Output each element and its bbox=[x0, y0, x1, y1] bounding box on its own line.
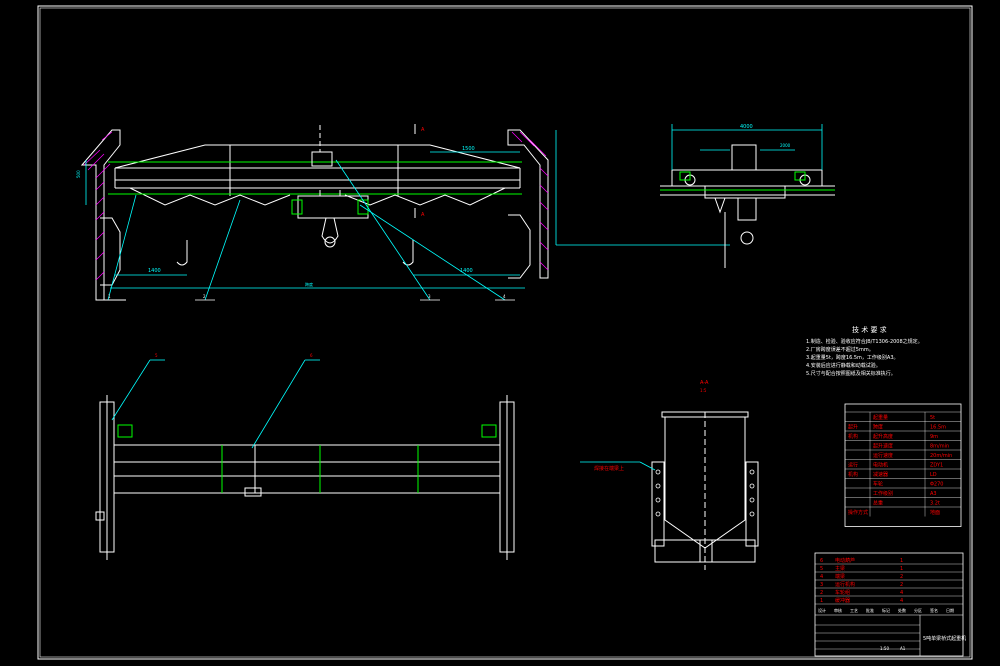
section-callout: 焊接在端梁上 bbox=[594, 465, 624, 472]
front-dimensions bbox=[85, 130, 730, 301]
front-view: 1400 1400 1500 跨度 500 A A 1 2 3 4 bbox=[76, 124, 730, 301]
param-group: 操作方式 bbox=[848, 509, 868, 516]
param-name: 减速器 bbox=[873, 471, 888, 478]
param-value: LD bbox=[930, 472, 937, 478]
param-value: 8m/min bbox=[930, 444, 949, 450]
part-number: 3 bbox=[820, 582, 823, 588]
part-name: 端梁 bbox=[835, 573, 845, 580]
side-dim-mid: 2000 bbox=[780, 143, 791, 148]
cad-drawing-canvas: 1400 1400 1500 跨度 500 A A 1 2 3 4 4000 2… bbox=[37, 5, 973, 660]
param-group: 机构 bbox=[848, 433, 858, 440]
tech-item-4: 4.安装后应进行静载和动载试验。 bbox=[806, 362, 881, 369]
param-name: 工作级别 bbox=[873, 490, 893, 497]
param-value: Φ270 bbox=[930, 482, 943, 488]
title-block-label: 工艺 bbox=[850, 608, 858, 613]
param-name: 车轮 bbox=[873, 481, 883, 488]
param-value: 16.5m bbox=[930, 425, 946, 431]
param-name: 起重量 bbox=[873, 414, 888, 421]
dim-left: 1400 bbox=[148, 268, 161, 274]
section-mark-bottom: A bbox=[421, 212, 425, 218]
param-group: 机构 bbox=[848, 471, 858, 478]
dim-left-vertical: 500 bbox=[76, 170, 81, 178]
part-qty: 2 bbox=[900, 574, 903, 580]
side-dim-top: 4000 bbox=[740, 124, 753, 130]
drawing-sheet: A1 bbox=[900, 646, 906, 651]
balloon-1: 1 bbox=[108, 294, 111, 299]
part-name: 主梁 bbox=[835, 565, 845, 572]
sheet-border-outer bbox=[37, 5, 973, 660]
electric-hoist bbox=[291, 125, 369, 248]
param-value: 9m bbox=[930, 434, 938, 440]
balloon-3: 3 bbox=[428, 294, 431, 299]
part-number: 5 bbox=[820, 566, 823, 572]
tech-item-1: 1.制造、检验、验收应符合JB/T1306-2008之规定。 bbox=[806, 338, 923, 345]
param-group: 运行 bbox=[848, 462, 858, 469]
drawing-title: 5吨单梁桥式起重机 bbox=[923, 635, 966, 642]
section-subtitle: 1:5 bbox=[700, 388, 707, 393]
part-qty: 1 bbox=[900, 558, 903, 564]
left-wall-hatch bbox=[83, 131, 113, 281]
param-name: 运行速度 bbox=[873, 452, 893, 459]
section-view: A-A 1:5 焊接在端梁上 bbox=[580, 380, 759, 570]
param-name: 起升高度 bbox=[873, 433, 893, 440]
tech-requirements: 技 术 要 求 1.制造、检验、验收应符合JB/T1306-2008之规定。 2… bbox=[806, 325, 923, 377]
centerline-hooks bbox=[176, 240, 414, 266]
tech-item-3: 3.起重量5t，跨度16.5m，工作级别A3。 bbox=[806, 354, 899, 361]
title-block-label: 审核 bbox=[834, 607, 842, 613]
param-value: 5t bbox=[930, 415, 935, 421]
sheet-border-inner bbox=[39, 7, 971, 658]
param-value: 地面 bbox=[930, 509, 940, 516]
tech-item-5: 5.尺寸与配合按照图纸及相关标准执行。 bbox=[806, 370, 896, 377]
part-name: 缓冲器 bbox=[835, 597, 850, 604]
part-name: 电动葫芦 bbox=[835, 557, 855, 564]
part-number: 4 bbox=[820, 574, 823, 580]
left-wall bbox=[80, 129, 126, 301]
part-qty: 4 bbox=[900, 590, 903, 596]
part-name: 车轮组 bbox=[835, 589, 850, 596]
part-number: 6 bbox=[820, 558, 823, 564]
span-label: 跨度 bbox=[305, 281, 313, 287]
balloon-4: 4 bbox=[503, 294, 506, 299]
girder-green-lines bbox=[108, 161, 522, 195]
drawing-scale: 1:50 bbox=[880, 646, 889, 651]
part-qty: 1 bbox=[900, 566, 903, 572]
param-name: 总重 bbox=[873, 500, 883, 507]
title-block: 6 电动葫芦 1 5 主梁 1 4 端梁 2 3 运行机构 2 2 车轮组 4 1 缓冲器 4 设计 审核 工艺 批准 标记… bbox=[814, 552, 966, 657]
param-value: 20m/min bbox=[930, 453, 952, 459]
param-name: 起升速度 bbox=[873, 443, 893, 450]
plan-view: 5 6 bbox=[95, 353, 515, 560]
param-table-frame bbox=[844, 403, 962, 527]
param-value: ZDY1 bbox=[930, 463, 943, 469]
section-mark-top: A bbox=[421, 127, 425, 133]
side-view: 4000 2000 bbox=[660, 124, 835, 268]
tech-title: 技 术 要 求 bbox=[852, 325, 887, 334]
param-table: 起重量 5t 起升 跨度 16.5m 机构 起升高度 9m 起升速度 8m/min 运行速度 20m/… bbox=[844, 403, 962, 527]
dim-center: 1500 bbox=[462, 146, 475, 152]
param-group: 起升 bbox=[848, 424, 858, 431]
param-name: 跨度 bbox=[873, 424, 883, 431]
title-block-label: 批准 bbox=[866, 607, 874, 613]
part-number: 1 bbox=[820, 598, 823, 604]
dim-right: 1400 bbox=[460, 268, 473, 274]
balloon-5: 5 bbox=[155, 353, 158, 358]
part-qty: 2 bbox=[900, 582, 903, 588]
tech-item-2: 2.厂房跨度误差不超过5mm。 bbox=[806, 346, 874, 353]
part-number: 2 bbox=[820, 590, 823, 596]
param-value: A3 bbox=[930, 491, 937, 497]
title-block-label: 处数 bbox=[898, 607, 906, 613]
title-block-label: 标记 bbox=[882, 607, 890, 613]
balloon-6: 6 bbox=[310, 353, 313, 358]
part-qty: 4 bbox=[900, 598, 903, 604]
part-name: 运行机构 bbox=[835, 581, 855, 588]
title-block-label: 设计 bbox=[818, 607, 826, 613]
title-block-label: 签名 bbox=[930, 607, 938, 613]
param-name: 电动机 bbox=[873, 462, 888, 469]
title-block-label: 分区 bbox=[914, 607, 922, 613]
param-value: 3.2t bbox=[930, 501, 940, 507]
title-block-label: 日期 bbox=[946, 607, 954, 613]
section-title: A-A bbox=[700, 380, 709, 386]
